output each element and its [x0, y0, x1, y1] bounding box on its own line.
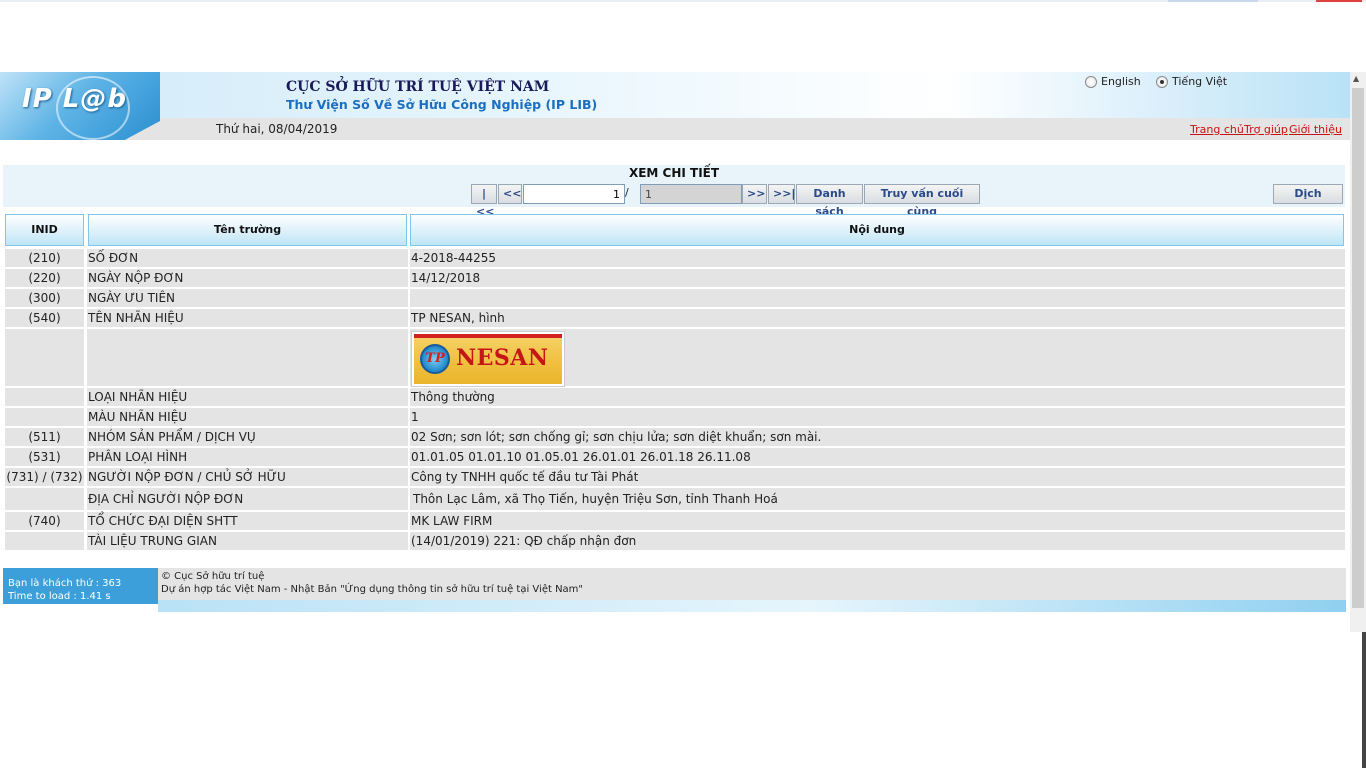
- cell-field-name: NGƯỜI NỘP ĐƠN / CHỦ SỞ HỮU: [87, 468, 408, 486]
- lang-option-vietnamese[interactable]: Tiếng Việt: [1156, 75, 1227, 88]
- mark-word: NESAN: [456, 345, 549, 371]
- cell-inid: (540): [5, 309, 84, 327]
- vertical-scrollbar[interactable]: ▲: [1350, 72, 1366, 632]
- cell-inid: [5, 408, 84, 426]
- radio-english[interactable]: [1085, 75, 1097, 88]
- cell-content: MK LAW FIRM: [410, 512, 1345, 530]
- header-inid: INID: [5, 214, 84, 246]
- prev-page-button[interactable]: <<: [498, 184, 522, 204]
- logo-text: IP L@b: [22, 84, 127, 114]
- site-header: [0, 72, 1350, 118]
- top-strip-segment: [1316, 0, 1362, 2]
- cell-content: 4-2018-44255: [410, 249, 1345, 267]
- list-button[interactable]: Danh sách: [796, 184, 863, 218]
- top-strip: [0, 0, 1366, 2]
- cell-content: Công ty TNHH quốc tế đầu tư Tài Phát: [410, 468, 1345, 486]
- cell-field-name: TỔ CHỨC ĐẠI DIỆN SHTT: [87, 512, 408, 530]
- mark-badge: TP: [420, 344, 450, 374]
- last-query-button[interactable]: Truy vấn cuối cùng: [864, 184, 980, 218]
- cell-content: 01.01.05 01.01.10 01.05.01 26.01.01 26.0…: [410, 448, 1345, 466]
- page-separator: /: [625, 186, 629, 199]
- translate-button[interactable]: Dịch: [1273, 184, 1343, 204]
- cell-inid: [5, 388, 84, 406]
- cell-field-name: NGÀY NỘP ĐƠN: [87, 269, 408, 287]
- cell-content: Thôn Lạc Lâm, xã Thọ Tiến, huyện Triệu S…: [410, 488, 1345, 510]
- cell-content: Thông thường: [410, 388, 1345, 406]
- footer-copyright: © Cục Sở hữu trí tuệ: [161, 571, 265, 582]
- scroll-thumb[interactable]: [1352, 88, 1364, 608]
- cell-content: 02 Sơn; sơn lót; sơn chống gỉ; sơn chịu …: [410, 428, 1345, 446]
- radio-vietnamese[interactable]: [1156, 75, 1168, 88]
- cell-content: 14/12/2018: [410, 269, 1345, 287]
- cell-content: (14/01/2019) 221: QĐ chấp nhận đơn: [410, 532, 1345, 550]
- cell-inid: (731) / (732): [5, 468, 84, 486]
- cell-content: 1: [410, 408, 1345, 426]
- lang-label-vietnamese: Tiếng Việt: [1172, 75, 1228, 88]
- trademark-image[interactable]: TP NESAN: [412, 332, 564, 386]
- cell-field-name: [87, 329, 408, 386]
- header-content: Nội dung: [410, 214, 1344, 246]
- last-page-button[interactable]: >>|: [768, 184, 795, 204]
- load-time: Time to load : 1.41 s: [8, 591, 111, 602]
- cell-inid: (740): [5, 512, 84, 530]
- org-subtitle: Thư Viện Số Về Sở Hữu Công Nghiệp (IP LI…: [286, 97, 598, 112]
- footer-band: [158, 600, 1346, 612]
- cell-field-name: NHÓM SẢN PHẨM / DỊCH VỤ: [87, 428, 408, 446]
- lang-option-english[interactable]: English: [1085, 75, 1141, 88]
- cell-field-name: ĐỊA CHỈ NGƯỜI NỘP ĐƠN: [87, 488, 408, 510]
- footer-project: Dự án hợp tác Việt Nam - Nhật Bản "Ứng d…: [161, 584, 584, 595]
- scroll-up-icon[interactable]: ▲: [1353, 74, 1359, 83]
- current-page-input[interactable]: [523, 184, 625, 204]
- cell-inid: (220): [5, 269, 84, 287]
- link-about[interactable]: Giới thiệu: [1289, 123, 1342, 136]
- next-page-button[interactable]: >>: [742, 184, 767, 204]
- footer-info: © Cục Sở hữu trí tuệ Dự án hợp tác Việt …: [158, 568, 1346, 600]
- cell-field-name: NGÀY ƯU TIÊN: [87, 289, 408, 307]
- cell-content: TP NESAN, hình: [410, 309, 1345, 327]
- top-strip-segment: [1168, 0, 1258, 2]
- cell-inid: (300): [5, 289, 84, 307]
- cell-field-name: SỐ ĐƠN: [87, 249, 408, 267]
- cell-field-name: TÀI LIỆU TRUNG GIAN: [87, 532, 408, 550]
- link-home[interactable]: Trang chủ: [1190, 123, 1244, 136]
- cell-field-name: TÊN NHÃN HIỆU: [87, 309, 408, 327]
- first-page-button[interactable]: |<<: [471, 184, 497, 218]
- link-help[interactable]: Trợ giúp: [1244, 123, 1288, 136]
- cell-inid: [5, 532, 84, 550]
- scrollbar-edge: [1362, 632, 1366, 768]
- cell-content: [410, 289, 1345, 307]
- mark-red-bar: [414, 334, 562, 338]
- detail-title: XEM CHI TIẾT: [628, 166, 720, 180]
- footer-stats: Bạn là khách thứ : 363 Time to load : 1.…: [3, 568, 158, 604]
- current-date: Thứ hai, 08/04/2019: [216, 122, 338, 136]
- org-title: CỤC SỞ HỮU TRÍ TUỆ VIỆT NAM: [286, 79, 550, 95]
- cell-inid: (511): [5, 428, 84, 446]
- cell-inid: [5, 488, 84, 510]
- total-pages-field: [640, 184, 742, 204]
- cell-field-name: PHÂN LOẠI HÌNH: [87, 448, 408, 466]
- header-field-name: Tên trường: [88, 214, 407, 246]
- cell-field-name: LOẠI NHÃN HIỆU: [87, 388, 408, 406]
- lang-label-english: English: [1101, 75, 1141, 88]
- visitor-count: Bạn là khách thứ : 363: [8, 578, 122, 589]
- cell-inid: (531): [5, 448, 84, 466]
- cell-inid: [5, 329, 84, 386]
- cell-inid: (210): [5, 249, 84, 267]
- cell-field-name: MÀU NHÃN HIỆU: [87, 408, 408, 426]
